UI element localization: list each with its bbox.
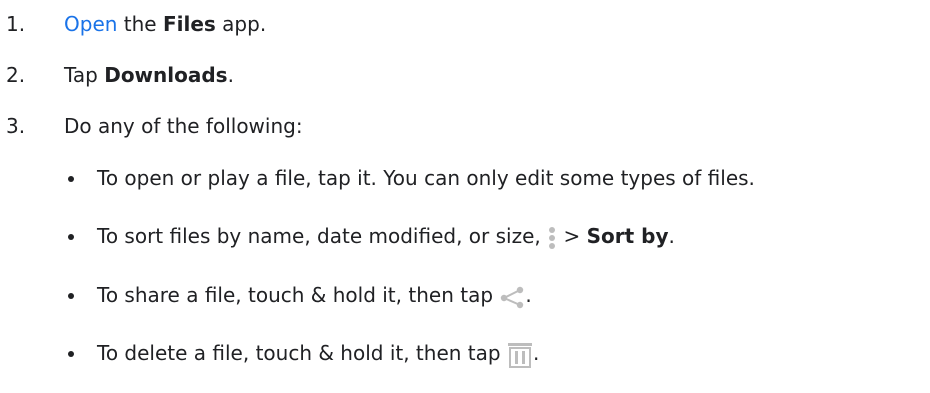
step-text: Do any of the following: (64, 114, 303, 138)
step-text-part: Tap (64, 63, 105, 87)
downloads-label: Downloads (104, 63, 228, 87)
more-vert-icon (547, 226, 557, 250)
step-number: 3. (6, 114, 26, 138)
bullet-text-part: To sort files by name, date modified, or… (97, 224, 548, 248)
bullet-text-part: . (532, 341, 540, 365)
share-icon (499, 285, 525, 309)
step-text-part: app. (215, 12, 267, 36)
step-text: Open the Files app. (64, 10, 266, 38)
bullet-text: To open or play a file, tap it. You can … (97, 166, 755, 190)
bullet-text-part: > (557, 224, 587, 248)
step-text-part: the (117, 12, 163, 36)
bullet-dot (68, 234, 74, 240)
sort-by-label: Sort by (586, 224, 669, 248)
bullet-text: To delete a file, touch & hold it, then … (97, 339, 539, 368)
step-text-part: . (227, 63, 234, 87)
open-files-link[interactable]: Open (64, 12, 117, 36)
bullet-text-part: . (668, 224, 675, 248)
bullet-text: To sort files by name, date modified, or… (97, 222, 675, 250)
bullet-dot (68, 351, 74, 357)
bullet-dot (68, 176, 74, 182)
step-number: 1. (6, 12, 26, 36)
step-number: 2. (6, 63, 26, 87)
trash-icon (507, 342, 533, 368)
step-text: Tap Downloads. (64, 61, 234, 89)
bullet-text-part: . (525, 283, 532, 307)
bullet-dot (68, 293, 74, 299)
bullet-text-part: To delete a file, touch & hold it, then … (97, 341, 507, 365)
files-app-name: Files (162, 12, 216, 36)
bullet-text-part: To share a file, touch & hold it, then t… (97, 283, 500, 307)
bullet-text: To share a file, touch & hold it, then t… (97, 281, 532, 309)
